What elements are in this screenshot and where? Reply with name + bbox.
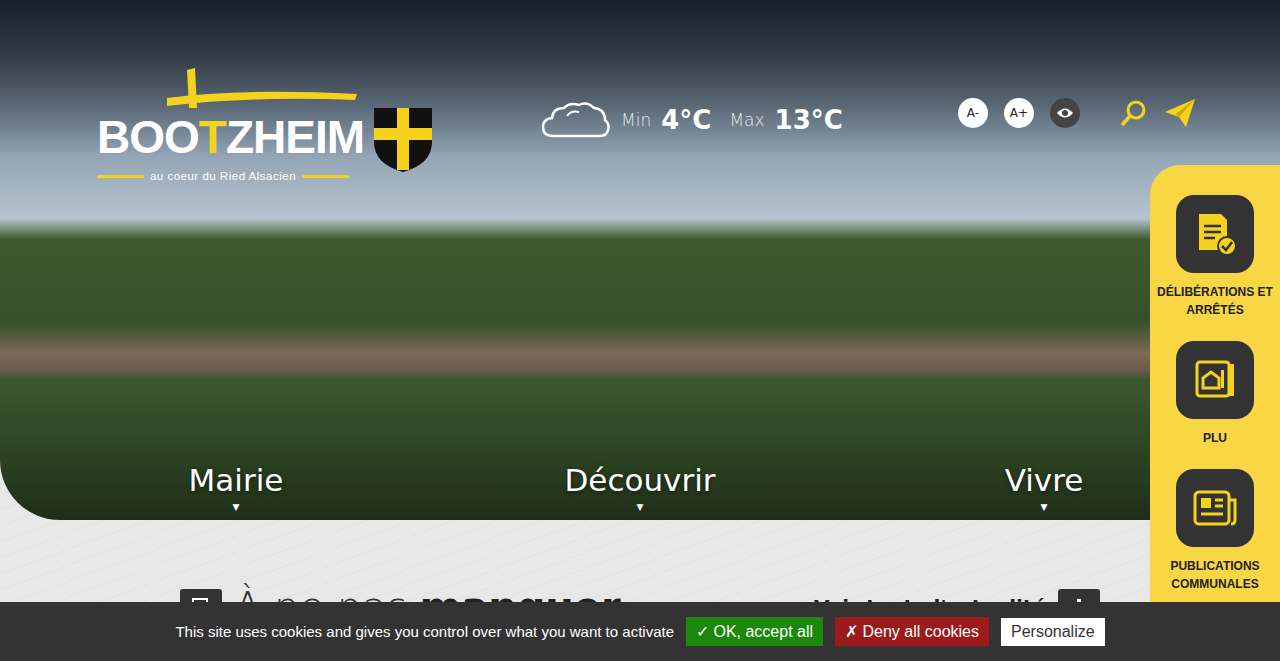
shield-icon (372, 106, 434, 174)
contrast-button[interactable] (1050, 98, 1080, 128)
cookie-bar: This site uses cookies and gives you con… (0, 602, 1280, 661)
header: BOOTZHEIM au coeur du Ried Alsacien Min … (0, 0, 1280, 182)
main-nav: Mairie ▼Découvrir ▼Vivre ▼ (0, 462, 1280, 520)
logo-text: T (199, 111, 226, 163)
font-larger-button[interactable]: A+ (1004, 98, 1034, 128)
page: BOOTZHEIM au coeur du Ried Alsacien Min … (0, 0, 1280, 661)
quick-link[interactable]: DÉLIBÉRATIONS ET ARRÊTÉS (1150, 195, 1280, 319)
font-smaller-button[interactable]: A- (958, 98, 988, 128)
tagline: au coeur du Ried Alsacien (97, 170, 349, 182)
cookie-button[interactable]: ✓ OK, accept all (686, 617, 823, 646)
search-icon[interactable] (1120, 99, 1148, 127)
logo-text: BOO (97, 111, 199, 163)
quick-link-icon (1176, 469, 1254, 547)
logo[interactable]: BOOTZHEIM au coeur du Ried Alsacien (97, 68, 434, 182)
quick-links: DÉLIBÉRATIONS ET ARRÊTÉS PLU PUBLICATION… (1150, 165, 1280, 661)
quick-link[interactable]: PLU (1176, 341, 1254, 447)
quick-link-icon (1176, 341, 1254, 419)
cookie-button[interactable]: Personalize (1001, 618, 1105, 646)
cookie-button[interactable]: ✗ Deny all cookies (835, 617, 989, 646)
cross-swoosh-icon (159, 68, 359, 108)
nav-item[interactable]: Découvrir ▼ (438, 462, 842, 512)
nav-item[interactable]: Mairie ▼ (34, 462, 438, 512)
eye-icon (1056, 107, 1074, 119)
cloud-icon (541, 100, 611, 140)
paper-plane-icon[interactable] (1164, 98, 1196, 128)
logo-text: ZHEIM (226, 111, 364, 163)
weather: Min 4°C Max 13°C (541, 100, 851, 140)
quick-link-icon (1176, 195, 1254, 273)
hero-banner: BOOTZHEIM au coeur du Ried Alsacien Min … (0, 0, 1280, 520)
toolbar: A- A+ (958, 98, 1196, 128)
quick-link[interactable]: PUBLICATIONS COMMUNALES (1150, 469, 1280, 593)
